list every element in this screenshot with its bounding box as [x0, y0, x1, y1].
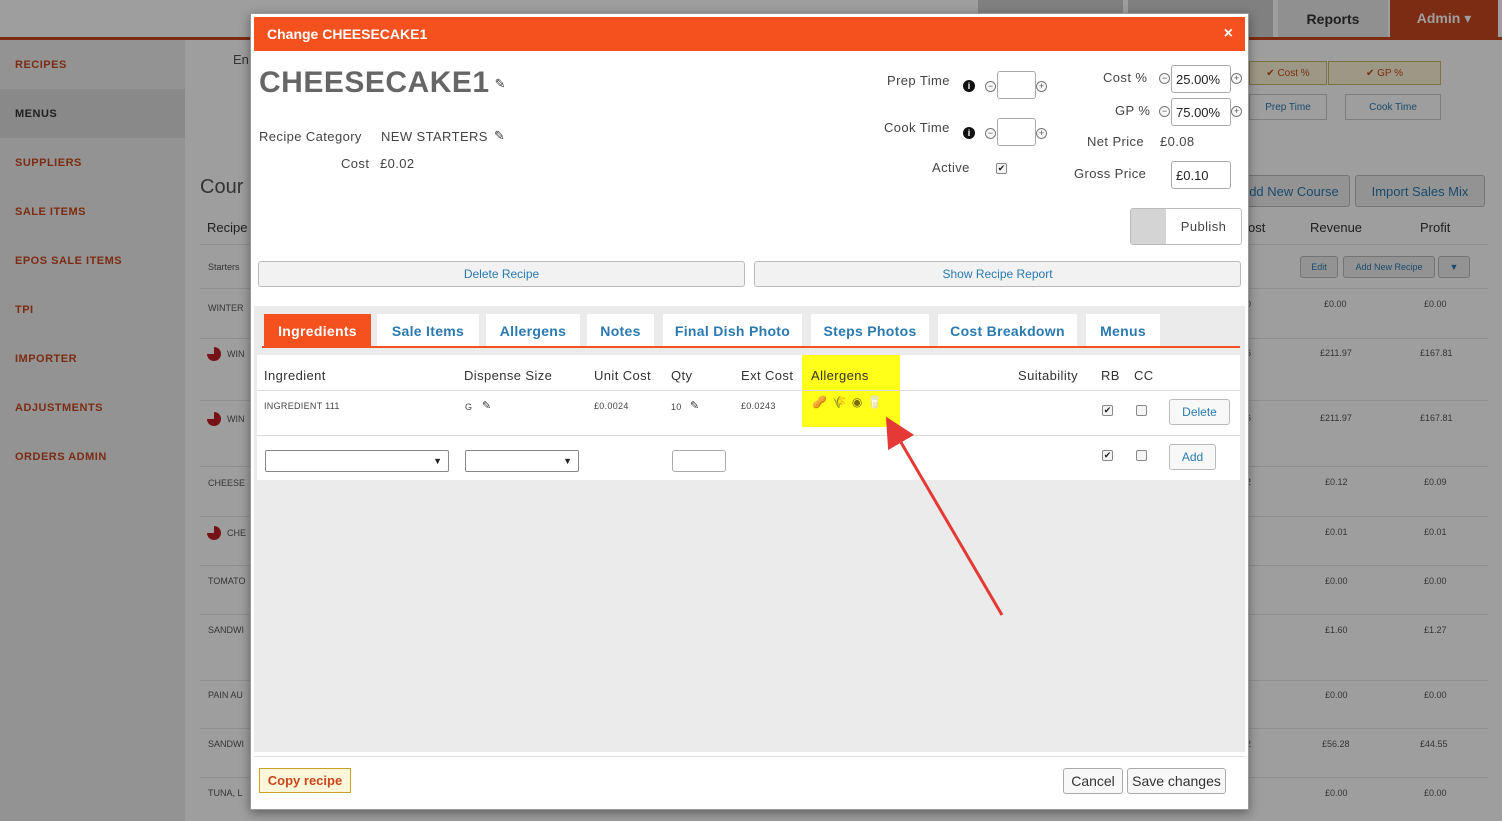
net-price-label: Net Price	[1087, 134, 1145, 149]
col-rb: RB	[1101, 368, 1120, 383]
col-qty: Qty	[671, 368, 693, 383]
cost-pct-label: Cost %	[1103, 70, 1148, 85]
prep-time-label: Prep Time	[887, 73, 950, 88]
info-icon[interactable]: i	[963, 80, 975, 92]
col-unit-cost: Unit Cost	[594, 368, 652, 383]
copy-recipe-button[interactable]: Copy recipe	[259, 768, 351, 793]
cc-checkbox[interactable]	[1136, 450, 1147, 461]
ext-cost-value: £0.0243	[741, 401, 776, 411]
milk-allergen-icon[interactable]: 🥛	[867, 395, 882, 409]
toggle-knob	[1131, 209, 1166, 244]
plus-icon[interactable]: +	[1036, 81, 1047, 92]
gp-pct-input[interactable]: 75.00%	[1171, 98, 1231, 126]
allergens-highlight	[802, 355, 900, 427]
plus-icon[interactable]: +	[1231, 73, 1242, 84]
pencil-icon[interactable]: ✎	[690, 399, 699, 412]
rb-checkbox[interactable]: ✔	[1102, 405, 1113, 416]
cook-time-input[interactable]	[997, 118, 1036, 146]
cost-label: Cost	[341, 156, 370, 171]
add-ingredient-button[interactable]: Add	[1169, 444, 1216, 470]
tab-notes[interactable]: Notes	[587, 314, 654, 347]
ingredient-name: INGREDIENT 111	[264, 401, 340, 411]
col-dispense-size: Dispense Size	[464, 368, 553, 383]
close-icon[interactable]: ×	[1224, 25, 1233, 43]
tab-cost-breakdown[interactable]: Cost Breakdown	[938, 314, 1077, 347]
tab-underline	[262, 346, 1240, 348]
plus-icon[interactable]: +	[1231, 106, 1242, 117]
minus-icon[interactable]: −	[985, 128, 996, 139]
recipe-name: CHEESECAKE1 ✎	[259, 66, 506, 100]
pencil-icon[interactable]: ✎	[495, 76, 506, 92]
col-ingredient: Ingredient	[264, 368, 326, 383]
pencil-icon[interactable]: ✎	[482, 399, 491, 412]
cancel-button[interactable]: Cancel	[1063, 768, 1123, 794]
tab-final-dish-photo[interactable]: Final Dish Photo	[663, 314, 802, 347]
wheat-allergen-icon[interactable]: 🌾	[832, 395, 847, 409]
col-cc: CC	[1134, 368, 1154, 383]
col-ext-cost: Ext Cost	[741, 368, 794, 383]
egg-allergen-icon[interactable]: ◉	[852, 395, 862, 409]
footer-divider	[254, 756, 1245, 757]
gross-price-label: Gross Price	[1074, 166, 1147, 181]
publish-label: Publish	[1180, 219, 1227, 234]
allergen-icons: 🥜 🌾 ◉ 🥛	[812, 395, 882, 409]
col-suitability: Suitability	[1018, 368, 1079, 383]
modal-header: Change CHEESECAKE1 ×	[254, 17, 1245, 51]
change-recipe-modal: Change CHEESECAKE1 × CHEESECAKE1 ✎ Recipe…	[250, 13, 1249, 810]
cost-pct-input[interactable]: 25.00%	[1171, 65, 1231, 93]
dispense-size-select[interactable]: ▼	[465, 450, 579, 472]
net-price-value: £0.08	[1160, 134, 1195, 149]
plus-icon[interactable]: +	[1036, 128, 1047, 139]
table-divider	[257, 390, 1240, 391]
unit-cost-value: £0.0024	[594, 401, 629, 411]
ingredients-table: Ingredient Dispense Size Unit Cost Qty E…	[257, 355, 1240, 480]
gp-pct-label: GP %	[1115, 103, 1151, 118]
qty-input[interactable]	[672, 450, 726, 472]
info-icon[interactable]: i	[963, 127, 975, 139]
delete-recipe-button[interactable]: Delete Recipe	[258, 261, 745, 287]
delete-ingredient-button[interactable]: Delete	[1169, 399, 1230, 425]
recipe-category-label: Recipe Category	[259, 129, 362, 144]
show-recipe-report-button[interactable]: Show Recipe Report	[754, 261, 1241, 287]
ingredient-select[interactable]: ▼	[265, 450, 449, 472]
tab-ingredients[interactable]: Ingredients	[264, 314, 371, 347]
minus-icon[interactable]: −	[1159, 106, 1170, 117]
prep-time-input[interactable]	[997, 71, 1036, 99]
publish-toggle[interactable]: Publish	[1130, 208, 1242, 245]
minus-icon[interactable]: −	[985, 81, 996, 92]
tab-steps-photos[interactable]: Steps Photos	[811, 314, 929, 347]
table-divider	[257, 435, 1240, 436]
pencil-icon[interactable]: ✎	[494, 128, 505, 144]
tab-menus[interactable]: Menus	[1086, 314, 1160, 347]
cook-time-label: Cook Time	[884, 120, 950, 135]
cost-value: £0.02	[380, 156, 415, 171]
active-label: Active	[932, 160, 970, 175]
nut-allergen-icon[interactable]: 🥜	[812, 395, 827, 409]
minus-icon[interactable]: −	[1159, 73, 1170, 84]
rb-checkbox[interactable]: ✔	[1102, 450, 1113, 461]
recipe-category-value: NEW STARTERS	[381, 129, 488, 144]
dispense-size-value: G	[465, 402, 473, 412]
gross-price-input[interactable]: £0.10	[1171, 161, 1231, 189]
tab-allergens[interactable]: Allergens	[486, 314, 580, 347]
tabs-panel: Ingredients Sale Items Allergens Notes F…	[254, 306, 1245, 752]
modal-title: Change CHEESECAKE1	[267, 26, 428, 42]
qty-value: 10	[671, 402, 682, 412]
save-changes-button[interactable]: Save changes	[1127, 768, 1226, 794]
cc-checkbox[interactable]	[1136, 405, 1147, 416]
active-checkbox[interactable]: ✔	[996, 163, 1007, 174]
col-allergens: Allergens	[811, 368, 869, 383]
recipe-name-text: CHEESECAKE1	[259, 66, 490, 99]
tab-sale-items[interactable]: Sale Items	[377, 314, 479, 347]
